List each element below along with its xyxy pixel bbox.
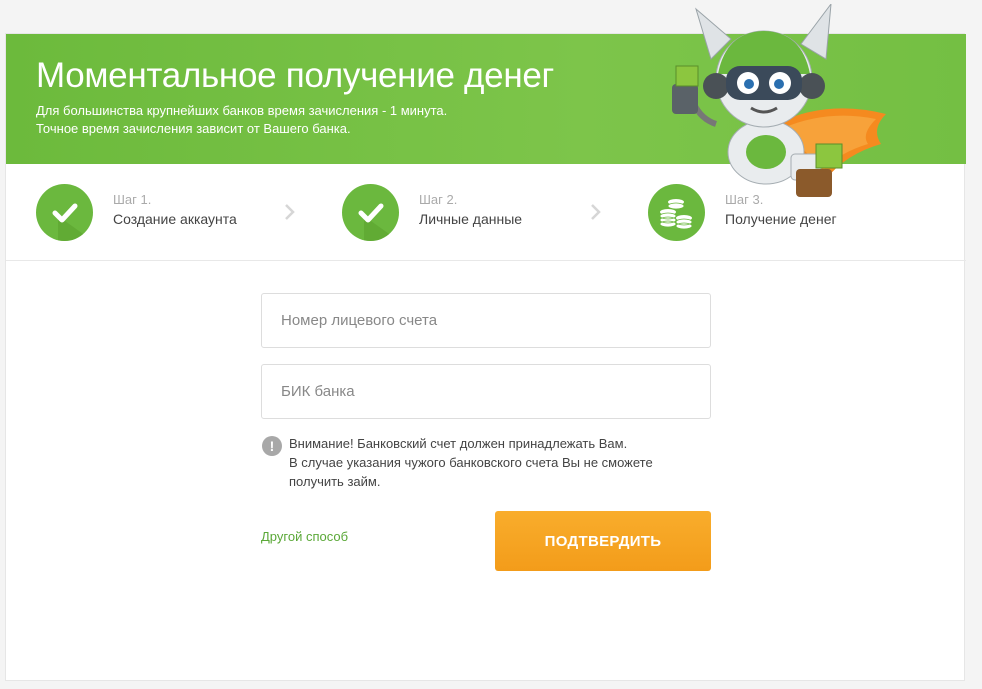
step-2-number: Шаг 2. <box>419 192 458 207</box>
banner: Моментальное получение денег Для большин… <box>6 4 966 197</box>
confirm-button[interactable]: ПОДТВЕРДИТЬ <box>495 511 711 571</box>
step-1-status-circle <box>36 184 93 241</box>
step-3-status-circle <box>648 184 705 241</box>
other-method-link[interactable]: Другой способ <box>261 529 348 544</box>
loan-card: Моментальное получение денег Для большин… <box>5 4 966 681</box>
step-2-name: Личные данные <box>419 211 523 227</box>
banner-subtitle-line2: Точное время зачисления зависит от Вашег… <box>36 121 351 136</box>
warning-text: Внимание! Банковский счет должен принадл… <box>289 434 709 491</box>
bik-input[interactable] <box>262 365 710 418</box>
banner-subtitle: Для большинства крупнейших банков время … <box>36 102 447 138</box>
check-icon <box>358 203 399 241</box>
steps-bar: Шаг 1. Создание аккаунта Шаг 2. Личные д… <box>6 164 966 261</box>
bik-field[interactable] <box>261 364 711 419</box>
step-2-status-circle <box>342 184 399 241</box>
warning-line2: В случае указания чужого банковского сче… <box>289 455 653 470</box>
warning-line1: Внимание! Банковский счет должен принадл… <box>289 436 628 451</box>
step-3-number: Шаг 3. <box>725 192 764 207</box>
account-number-input[interactable] <box>262 294 710 347</box>
banner-title: Моментальное получение денег <box>36 56 555 95</box>
account-number-field[interactable] <box>261 293 711 348</box>
step-3-name: Получение денег <box>725 211 837 227</box>
chevron-right-icon <box>591 204 601 220</box>
banner-subtitle-line1: Для большинства крупнейших банков время … <box>36 103 448 118</box>
coins-icon <box>659 199 693 230</box>
warning-line3: получить займ. <box>289 474 381 489</box>
step-1-number: Шаг 1. <box>113 192 152 207</box>
chevron-right-icon <box>285 204 295 220</box>
step-1-name: Создание аккаунта <box>113 211 237 227</box>
check-icon <box>52 203 93 241</box>
exclamation-icon: ! <box>262 436 282 456</box>
